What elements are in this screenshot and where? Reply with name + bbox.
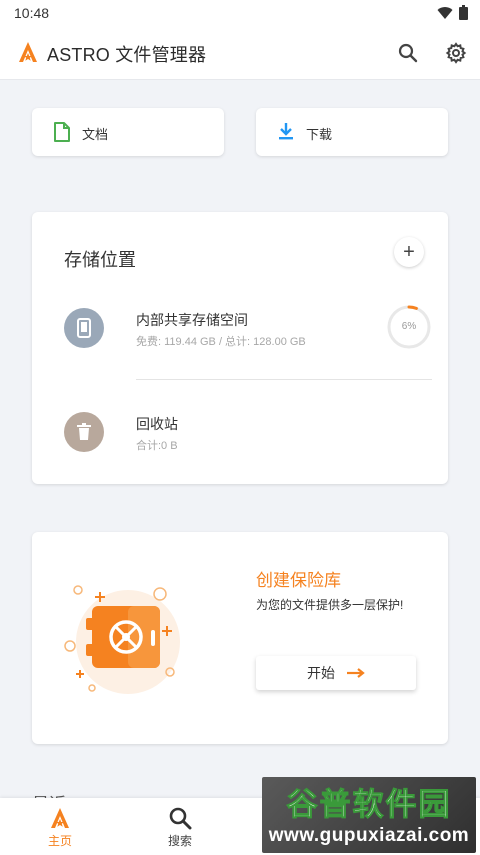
- recycle-bin-name: 回收站: [136, 416, 178, 432]
- nav-search[interactable]: 搜索: [150, 806, 210, 849]
- storage-locations-card: 存储位置 + 内部共享存储空间 免费: 119.44 GB / 总计: 128.…: [32, 212, 448, 484]
- site-watermark: 谷普软件园 www.gupuxiazai.com: [262, 777, 476, 853]
- phone-icon: [64, 308, 104, 348]
- trash-icon: [64, 412, 104, 452]
- watermark-line1: 谷普软件园: [286, 787, 452, 823]
- downloads-label: 下载: [306, 127, 333, 142]
- gear-icon: [445, 42, 467, 64]
- nav-search-label: 搜索: [167, 834, 192, 848]
- recycle-bin-item[interactable]: 回收站 合计:0 B: [64, 412, 434, 472]
- status-icons: [437, 5, 468, 20]
- documents-shortcut[interactable]: 文档: [32, 108, 224, 156]
- battery-icon: [459, 5, 468, 20]
- home-logo-icon: [51, 808, 69, 828]
- vault-start-label: 开始: [307, 665, 335, 681]
- astro-logo-icon: [19, 42, 37, 62]
- status-bar: 10:48: [0, 0, 480, 26]
- watermark-line2: www.gupuxiazai.com: [268, 825, 470, 846]
- vault-start-button[interactable]: 开始: [256, 656, 416, 690]
- vault-description: 为您的文件提供多一层保护!: [256, 598, 404, 612]
- arrow-right-icon: [347, 668, 365, 678]
- vault-title: 创建保险库: [256, 571, 341, 590]
- download-icon: [279, 123, 293, 140]
- documents-label: 文档: [82, 127, 109, 142]
- app-bar: ASTRO 文件管理器: [0, 26, 480, 80]
- wifi-icon: [437, 6, 453, 19]
- nav-home-label: 主页: [47, 834, 72, 848]
- search-icon: [398, 43, 418, 63]
- recycle-bin-detail: 合计:0 B: [136, 440, 178, 452]
- storage-usage-label: 6%: [401, 321, 417, 332]
- settings-button[interactable]: [442, 39, 470, 67]
- document-icon: [54, 122, 70, 142]
- app-title: ASTRO 文件管理器: [47, 45, 207, 65]
- vault-safe-icon: [64, 585, 180, 694]
- add-storage-button[interactable]: +: [394, 237, 424, 267]
- downloads-shortcut[interactable]: 下载: [256, 108, 448, 156]
- nav-home[interactable]: 主页: [30, 806, 90, 849]
- vault-promo-card: 创建保险库 为您的文件提供多一层保护! 开始: [32, 532, 448, 744]
- internal-storage-name: 内部共享存储空间: [136, 312, 248, 328]
- internal-storage-item[interactable]: 内部共享存储空间 免费: 119.44 GB / 总计: 128.00 GB: [64, 308, 434, 368]
- search-icon: [169, 807, 192, 830]
- divider: [136, 379, 432, 380]
- internal-storage-detail: 免费: 119.44 GB / 总计: 128.00 GB: [136, 336, 306, 348]
- storage-title: 存储位置: [64, 250, 136, 270]
- status-time: 10:48: [14, 5, 50, 21]
- search-button[interactable]: [394, 39, 422, 67]
